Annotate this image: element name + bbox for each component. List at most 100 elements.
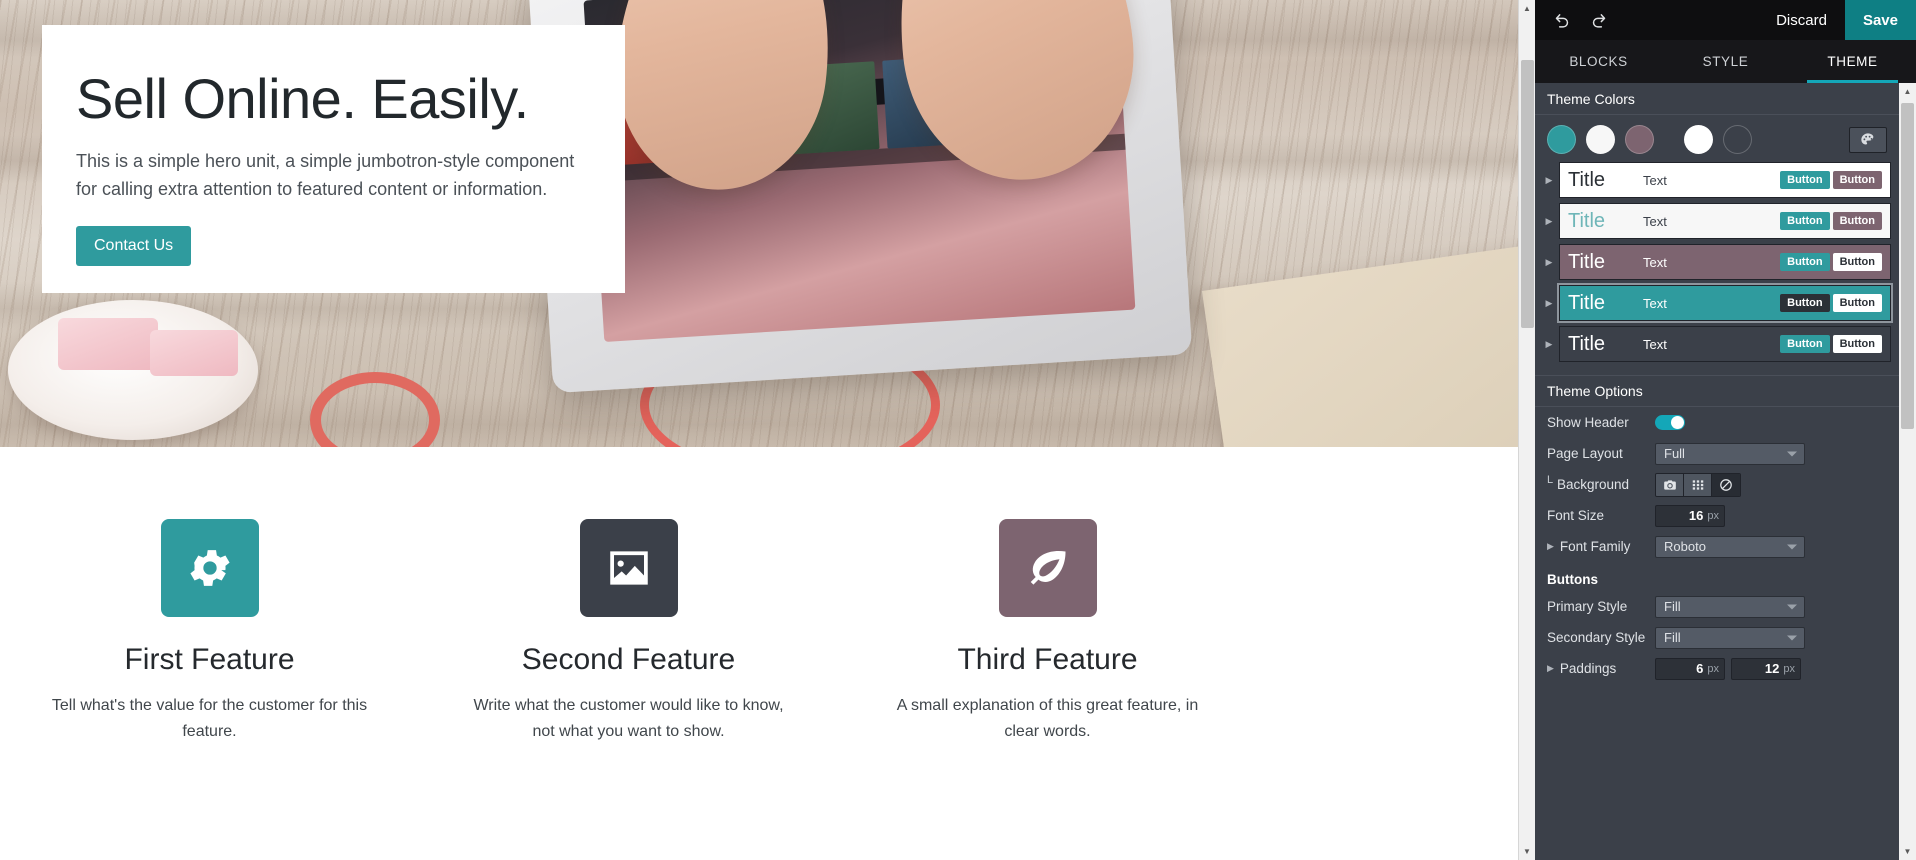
chevron-down-icon	[1787, 604, 1797, 609]
page-scroll-thumb[interactable]	[1521, 60, 1534, 328]
discard-button[interactable]: Discard	[1758, 0, 1845, 40]
preset-text-1: Text	[1643, 172, 1667, 188]
padding-horizontal-input[interactable]: 12 px	[1731, 657, 1801, 680]
theme-swatch-5[interactable]	[1723, 125, 1752, 154]
website-preview: Sell Online. Easily. This is a simple he…	[0, 0, 1535, 860]
preset-text-3: Text	[1643, 254, 1667, 270]
panel-scrollbar[interactable]: ▲ ▼	[1899, 83, 1916, 860]
tab-blocks[interactable]: BLOCKS	[1535, 40, 1662, 83]
theme-preset-3[interactable]: Title Text Button Button	[1559, 244, 1891, 280]
preset-secondary-button-1: Button	[1832, 171, 1882, 189]
expand-caret-2[interactable]: ▶	[1543, 216, 1555, 226]
font-size-value: 16	[1688, 508, 1704, 523]
camera-icon[interactable]	[1656, 473, 1684, 496]
expand-caret-5[interactable]: ▶	[1543, 339, 1555, 349]
panel-scroll-up-arrow[interactable]: ▲	[1899, 83, 1916, 100]
theme-preset-row-5: ▶ Title Text Button Button	[1543, 326, 1891, 362]
font-size-input[interactable]: 16 px	[1655, 504, 1725, 527]
preset-secondary-button-4: Button	[1832, 294, 1882, 312]
page-layout-label: Page Layout	[1547, 446, 1623, 461]
secondary-style-value: Fill	[1664, 630, 1681, 645]
page-layout-select[interactable]: Full	[1655, 442, 1805, 465]
background-label: Background	[1547, 474, 1655, 492]
page-layout-value: Full	[1664, 446, 1685, 461]
theme-swatch-1[interactable]	[1547, 125, 1576, 154]
grid-icon[interactable]	[1684, 473, 1712, 496]
undo-icon[interactable]	[1551, 9, 1573, 31]
padding-vertical-input[interactable]: 6 px	[1655, 657, 1725, 680]
tab-theme[interactable]: THEME	[1789, 40, 1916, 83]
secondary-style-row: Secondary Style Fill	[1535, 622, 1899, 653]
paddings-row: ▶ Paddings 6 px 12 px	[1535, 653, 1899, 684]
redo-icon[interactable]	[1587, 9, 1609, 31]
feature-title-1: First Feature	[124, 643, 295, 676]
theme-swatch-2[interactable]	[1586, 125, 1615, 154]
decorative-envelope	[1201, 245, 1535, 447]
expand-caret-paddings[interactable]: ▶	[1547, 663, 1554, 674]
background-mode-group	[1655, 472, 1741, 497]
theme-preset-4[interactable]: Title Text Button Button	[1557, 283, 1893, 323]
theme-preset-2[interactable]: Title Text Button Button	[1559, 203, 1891, 239]
panel-tabs: BLOCKS STYLE THEME	[1535, 40, 1916, 83]
font-size-unit: px	[1707, 509, 1719, 522]
primary-style-select[interactable]: Fill	[1655, 595, 1805, 618]
expand-caret-1[interactable]: ▶	[1543, 175, 1555, 185]
theme-swatch-4[interactable]	[1684, 125, 1713, 154]
secondary-style-select[interactable]: Fill	[1655, 626, 1805, 649]
hero-subtitle: This is a simple hero unit, a simple jum…	[76, 151, 575, 200]
preset-primary-button-3: Button	[1780, 253, 1830, 271]
show-header-label: Show Header	[1547, 415, 1629, 430]
preset-secondary-button-3: Button	[1832, 253, 1882, 271]
decorative-ribbon-1	[310, 372, 440, 447]
padding-horizontal-unit: px	[1783, 662, 1795, 675]
expand-caret-font-family[interactable]: ▶	[1547, 541, 1554, 552]
preset-primary-button-5: Button	[1780, 335, 1830, 353]
tab-style[interactable]: STYLE	[1662, 40, 1789, 83]
font-family-label-wrap: ▶ Font Family	[1547, 539, 1655, 554]
expand-caret-3[interactable]: ▶	[1543, 257, 1555, 267]
paddings-label: Paddings	[1559, 661, 1617, 676]
primary-style-row: Primary Style Fill	[1535, 591, 1899, 622]
primary-style-value: Fill	[1664, 599, 1681, 614]
theme-colors-heading: Theme Colors	[1535, 83, 1899, 115]
feature-text-2: Write what the customer would like to kn…	[473, 697, 784, 740]
theme-preset-1[interactable]: Title Text Button Button	[1559, 162, 1891, 198]
chevron-down-icon	[1787, 635, 1797, 640]
panel-scroll-down-arrow[interactable]: ▼	[1899, 843, 1916, 860]
font-family-value: Roboto	[1664, 539, 1706, 554]
theme-preset-5[interactable]: Title Text Button Button	[1559, 326, 1891, 362]
show-header-row: Show Header	[1535, 407, 1899, 438]
hero-title: Sell Online. Easily.	[76, 67, 529, 130]
page-scroll-down-arrow[interactable]: ▼	[1519, 843, 1535, 860]
panel-scroll-thumb[interactable]	[1901, 103, 1914, 429]
show-header-toggle[interactable]	[1655, 415, 1685, 430]
contact-us-button[interactable]: Contact Us	[76, 226, 192, 267]
primary-style-label: Primary Style	[1547, 599, 1628, 614]
preset-title-1: Title	[1568, 168, 1606, 191]
hero-card: Sell Online. Easily. This is a simple he…	[42, 25, 625, 293]
chevron-down-icon	[1787, 544, 1797, 549]
feature-title-2: Second Feature	[521, 643, 736, 676]
preset-text-5: Text	[1643, 336, 1667, 352]
image-icon	[579, 519, 678, 617]
font-family-select[interactable]: Roboto	[1655, 535, 1805, 558]
editor-toolbar: Discard Save	[1535, 0, 1916, 40]
feature-title-3: Third Feature	[957, 643, 1138, 676]
save-button[interactable]: Save	[1844, 0, 1916, 40]
preset-secondary-button-5: Button	[1832, 335, 1882, 353]
feature-text-3: A small explanation of this great featur…	[896, 697, 1199, 740]
feature-card-1: First Feature Tell what's the value for …	[0, 519, 419, 744]
decorative-cake-1	[58, 318, 158, 370]
theme-swatch-3[interactable]	[1625, 125, 1654, 154]
no-entry-icon[interactable]	[1712, 473, 1740, 496]
page-scroll-up-arrow[interactable]: ▲	[1519, 0, 1535, 17]
expand-caret-4[interactable]: ▶	[1543, 298, 1555, 308]
padding-vertical-value: 6	[1696, 661, 1704, 676]
hero-section: Sell Online. Easily. This is a simple he…	[0, 0, 1535, 447]
font-family-row: ▶ Font Family Roboto	[1535, 531, 1899, 562]
palette-icon[interactable]	[1849, 126, 1887, 153]
paddings-label-wrap: ▶ Paddings	[1547, 661, 1655, 676]
gear-icon	[160, 519, 259, 617]
decorative-cake-2	[150, 330, 238, 376]
page-scrollbar[interactable]: ▲ ▼	[1518, 0, 1535, 860]
